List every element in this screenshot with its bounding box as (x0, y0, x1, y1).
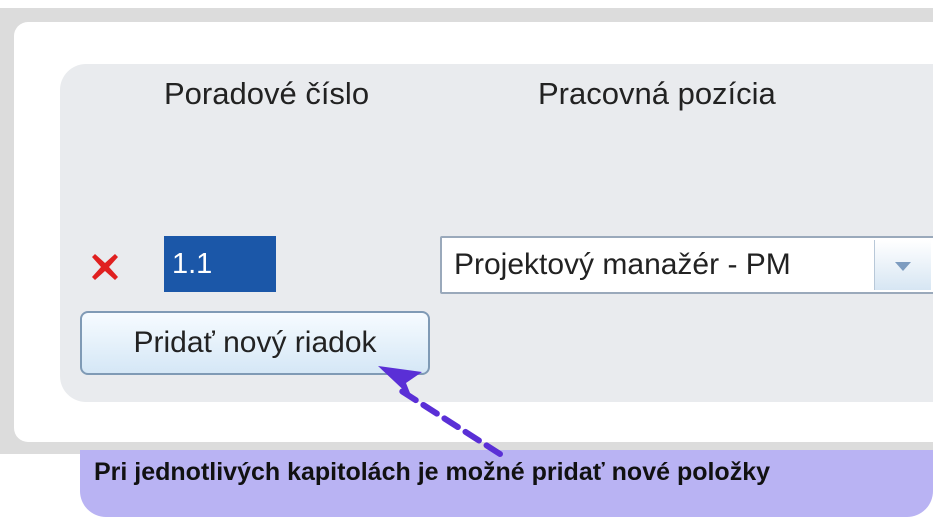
header-work-position: Pracovná pozícia (538, 76, 776, 111)
chevron-down-icon (895, 262, 911, 271)
work-position-value: Projektový manažér - PM (454, 248, 791, 281)
arrow-icon (378, 366, 503, 457)
cropped-top-strip (0, 0, 933, 8)
dropdown-button[interactable] (874, 240, 931, 290)
header-order-number: Poradové číslo (164, 76, 370, 111)
page: Poradové číslo Pracovná pozícia 1.1 Proj… (0, 0, 933, 517)
close-icon[interactable] (88, 250, 122, 284)
order-number-input[interactable]: 1.1 (164, 236, 276, 292)
work-position-select[interactable]: Projektový manažér - PM (440, 236, 933, 294)
